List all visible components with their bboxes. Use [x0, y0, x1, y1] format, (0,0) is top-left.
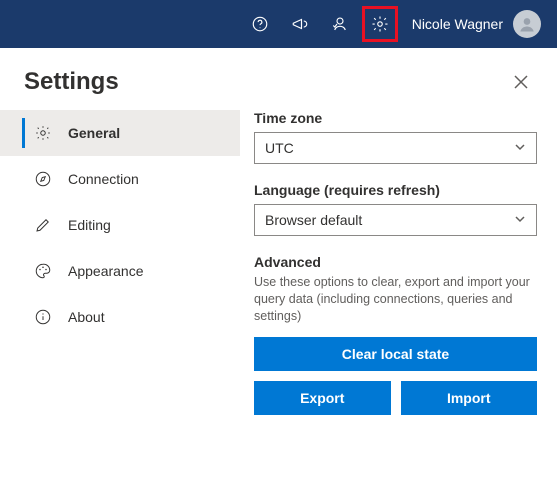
gear-icon [34, 124, 52, 142]
pencil-icon [34, 216, 52, 234]
sidebar-item-general[interactable]: General [0, 110, 240, 156]
sidebar-item-label: About [68, 309, 105, 325]
sidebar-item-about[interactable]: About [0, 294, 240, 340]
language-label: Language (requires refresh) [254, 182, 537, 198]
palette-icon [34, 262, 52, 280]
sidebar-item-appearance[interactable]: Appearance [0, 248, 240, 294]
feedback-icon[interactable] [322, 6, 358, 42]
clear-local-state-button[interactable]: Clear local state [254, 337, 537, 371]
close-icon[interactable] [511, 72, 531, 92]
help-icon[interactable] [242, 6, 278, 42]
sidebar-item-label: General [68, 125, 120, 141]
sidebar-item-label: Editing [68, 217, 111, 233]
sidebar-item-editing[interactable]: Editing [0, 202, 240, 248]
timezone-value: UTC [265, 140, 294, 156]
sidebar-item-label: Connection [68, 171, 139, 187]
settings-sidebar: General Connection Editing Appearance Ab… [0, 48, 240, 500]
compass-icon [34, 170, 52, 188]
chevron-down-icon [514, 212, 526, 228]
sidebar-item-connection[interactable]: Connection [0, 156, 240, 202]
advanced-title: Advanced [254, 254, 537, 270]
timezone-label: Time zone [254, 110, 537, 126]
advanced-description: Use these options to clear, export and i… [254, 274, 537, 325]
export-button[interactable]: Export [254, 381, 391, 415]
megaphone-icon[interactable] [282, 6, 318, 42]
user-name: Nicole Wagner [412, 16, 503, 32]
user-menu[interactable]: Nicole Wagner [402, 10, 547, 38]
timezone-select[interactable]: UTC [254, 132, 537, 164]
language-select[interactable]: Browser default [254, 204, 537, 236]
settings-main: Time zone UTC Language (requires refresh… [240, 48, 557, 500]
chevron-down-icon [514, 140, 526, 156]
import-button[interactable]: Import [401, 381, 538, 415]
panel-title: Settings [24, 68, 119, 96]
info-icon [34, 308, 52, 326]
sidebar-item-label: Appearance [68, 263, 144, 279]
language-value: Browser default [265, 212, 362, 228]
settings-gear-icon[interactable] [362, 6, 398, 42]
top-bar: Nicole Wagner [0, 0, 557, 48]
avatar [513, 10, 541, 38]
